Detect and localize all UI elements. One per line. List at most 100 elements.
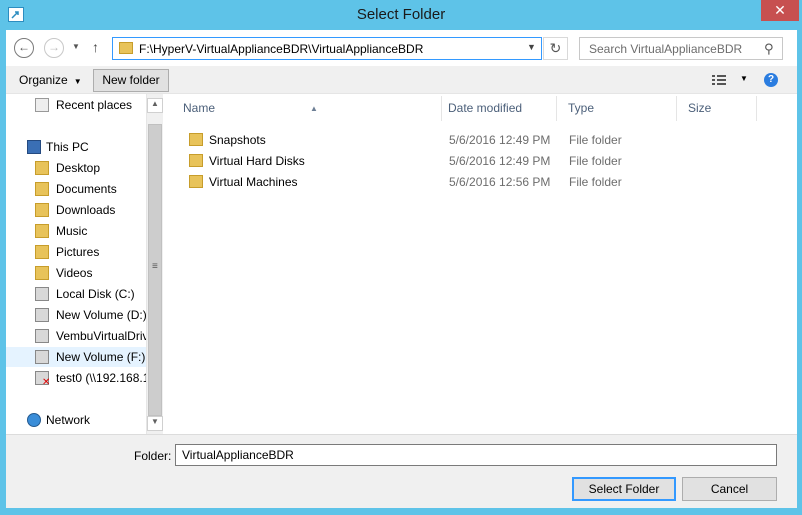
scroll-down-icon[interactable]: ▼ <box>147 416 163 431</box>
folder-icon <box>189 175 203 188</box>
file-name: Snapshots <box>209 133 266 147</box>
nav-item-label: Downloads <box>56 203 116 217</box>
folder-name-input[interactable] <box>175 444 777 466</box>
folder-icon <box>35 266 49 280</box>
nav-item-label: test0 (\\192.168.1 <box>56 371 146 385</box>
nav-item-this-pc[interactable]: This PC <box>6 137 146 157</box>
footer-panel: Folder: Select Folder Cancel <box>6 434 797 508</box>
new-folder-button[interactable]: New folder <box>93 69 169 92</box>
folder-icon <box>35 161 49 175</box>
nav-item-label: Pictures <box>56 245 100 259</box>
column-header-type[interactable]: Type <box>557 96 677 121</box>
file-name: Virtual Machines <box>209 175 298 189</box>
column-header-name[interactable]: Name ▲ <box>172 96 442 121</box>
disconnected-drive-icon: ✕ <box>35 371 50 388</box>
folder-label: Folder: <box>134 449 172 463</box>
folder-icon <box>35 245 49 259</box>
file-row[interactable]: Snapshots 5/6/2016 12:49 PM File folder <box>182 130 757 150</box>
file-list: Name ▲ Date modified Type Size Snapshots… <box>166 94 797 434</box>
scroll-up-icon[interactable]: ▲ <box>147 98 163 113</box>
file-name: Virtual Hard Disks <box>209 154 305 168</box>
nav-item-label: Documents <box>56 182 117 196</box>
nav-item-network-drive-test0[interactable]: ✕ test0 (\\192.168.1 <box>6 368 146 388</box>
grip-icon: ≡ <box>152 261 158 272</box>
title-bar: Select Folder ✕ <box>0 0 802 30</box>
file-type: File folder <box>569 154 622 168</box>
nav-item-label: This PC <box>46 140 89 154</box>
nav-item-vembu-virtual-drive[interactable]: VembuVirtualDrive <box>6 326 146 346</box>
help-icon[interactable]: ? <box>764 73 778 87</box>
cancel-button[interactable]: Cancel <box>682 477 777 501</box>
nav-item-label: Local Disk (C:) <box>56 287 135 301</box>
nav-scrollbar[interactable]: ▲ ≡ ▼ <box>146 94 163 434</box>
view-dropdown[interactable]: ▼ <box>740 74 748 83</box>
chevron-down-icon[interactable]: ▼ <box>527 42 536 52</box>
column-header-size[interactable]: Size <box>677 96 757 121</box>
nav-item-recent-places[interactable]: Recent places <box>6 95 146 115</box>
folder-icon <box>189 133 203 146</box>
window-title: Select Folder <box>356 6 446 23</box>
sort-ascending-icon: ▲ <box>310 104 318 113</box>
search-input[interactable] <box>580 38 760 59</box>
nav-item-label: VembuVirtualDrive <box>56 329 146 343</box>
view-options-icon[interactable] <box>712 74 726 86</box>
navigation-pane: Recent places This PC Desktop Documents … <box>6 94 146 434</box>
file-row[interactable]: Virtual Machines 5/6/2016 12:56 PM File … <box>182 172 757 192</box>
nav-item-music[interactable]: Music <box>6 221 146 241</box>
nav-item-label: Music <box>56 224 88 238</box>
recent-places-icon <box>35 98 49 112</box>
command-bar: Organize ▼ New folder ▼ ? <box>6 66 797 94</box>
file-type: File folder <box>569 175 622 189</box>
folder-icon <box>119 42 133 54</box>
drive-icon <box>35 287 49 301</box>
folder-icon <box>35 203 49 217</box>
file-row[interactable]: Virtual Hard Disks 5/6/2016 12:49 PM Fil… <box>182 151 757 171</box>
drive-icon <box>35 350 49 364</box>
organize-label: Organize <box>19 73 68 87</box>
address-bar[interactable]: F:\HyperV-VirtualApplianceBDR\VirtualApp… <box>112 37 542 60</box>
computer-icon <box>27 140 41 154</box>
nav-item-pictures[interactable]: Pictures <box>6 242 146 262</box>
file-date: 5/6/2016 12:49 PM <box>449 154 551 168</box>
select-folder-button[interactable]: Select Folder <box>572 477 676 501</box>
nav-item-network[interactable]: Network <box>6 410 146 430</box>
file-date: 5/6/2016 12:49 PM <box>449 133 551 147</box>
nav-item-desktop[interactable]: Desktop <box>6 158 146 178</box>
nav-item-videos[interactable]: Videos <box>6 263 146 283</box>
nav-item-new-volume-d[interactable]: New Volume (D:) <box>6 305 146 325</box>
organize-menu[interactable]: Organize ▼ <box>19 73 82 87</box>
file-date: 5/6/2016 12:56 PM <box>449 175 551 189</box>
nav-item-label: Recent places <box>56 98 133 112</box>
search-box[interactable]: ⚲ <box>579 37 783 60</box>
address-row: ← → ▼ ↑ F:\HyperV-VirtualApplianceBDR\Vi… <box>6 30 797 66</box>
network-icon <box>27 413 41 427</box>
drive-icon <box>35 308 49 322</box>
file-type: File folder <box>569 133 622 147</box>
nav-item-documents[interactable]: Documents <box>6 179 146 199</box>
nav-item-local-disk-c[interactable]: Local Disk (C:) <box>6 284 146 304</box>
nav-item-label: Videos <box>56 266 93 280</box>
close-button[interactable]: ✕ <box>761 0 799 21</box>
nav-item-label: New Volume (F:) <box>56 350 146 364</box>
column-header-date[interactable]: Date modified <box>437 96 557 121</box>
back-button[interactable]: ← <box>14 38 34 58</box>
recent-locations-dropdown[interactable]: ▼ <box>72 42 80 51</box>
nav-item-new-volume-f[interactable]: New Volume (F:) <box>6 347 146 367</box>
drive-icon <box>35 329 49 343</box>
nav-item-downloads[interactable]: Downloads <box>6 200 146 220</box>
forward-button[interactable]: → <box>44 38 64 58</box>
search-icon[interactable]: ⚲ <box>764 41 774 57</box>
nav-item-label: Desktop <box>56 161 101 175</box>
up-button[interactable]: ↑ <box>92 39 99 55</box>
nav-item-label: New Volume (D:) <box>56 308 146 322</box>
dialog-body: ← → ▼ ↑ F:\HyperV-VirtualApplianceBDR\Vi… <box>6 30 797 508</box>
folder-icon <box>189 154 203 167</box>
folder-icon <box>35 224 49 238</box>
folder-icon <box>35 182 49 196</box>
nav-item-label: Network <box>46 413 91 427</box>
chevron-down-icon: ▼ <box>73 77 82 86</box>
scrollbar-thumb[interactable]: ≡ <box>148 124 162 416</box>
address-path[interactable]: F:\HyperV-VirtualApplianceBDR\VirtualApp… <box>139 42 423 56</box>
column-header-label: Name <box>183 101 216 115</box>
refresh-button[interactable]: ↻ <box>543 37 568 60</box>
